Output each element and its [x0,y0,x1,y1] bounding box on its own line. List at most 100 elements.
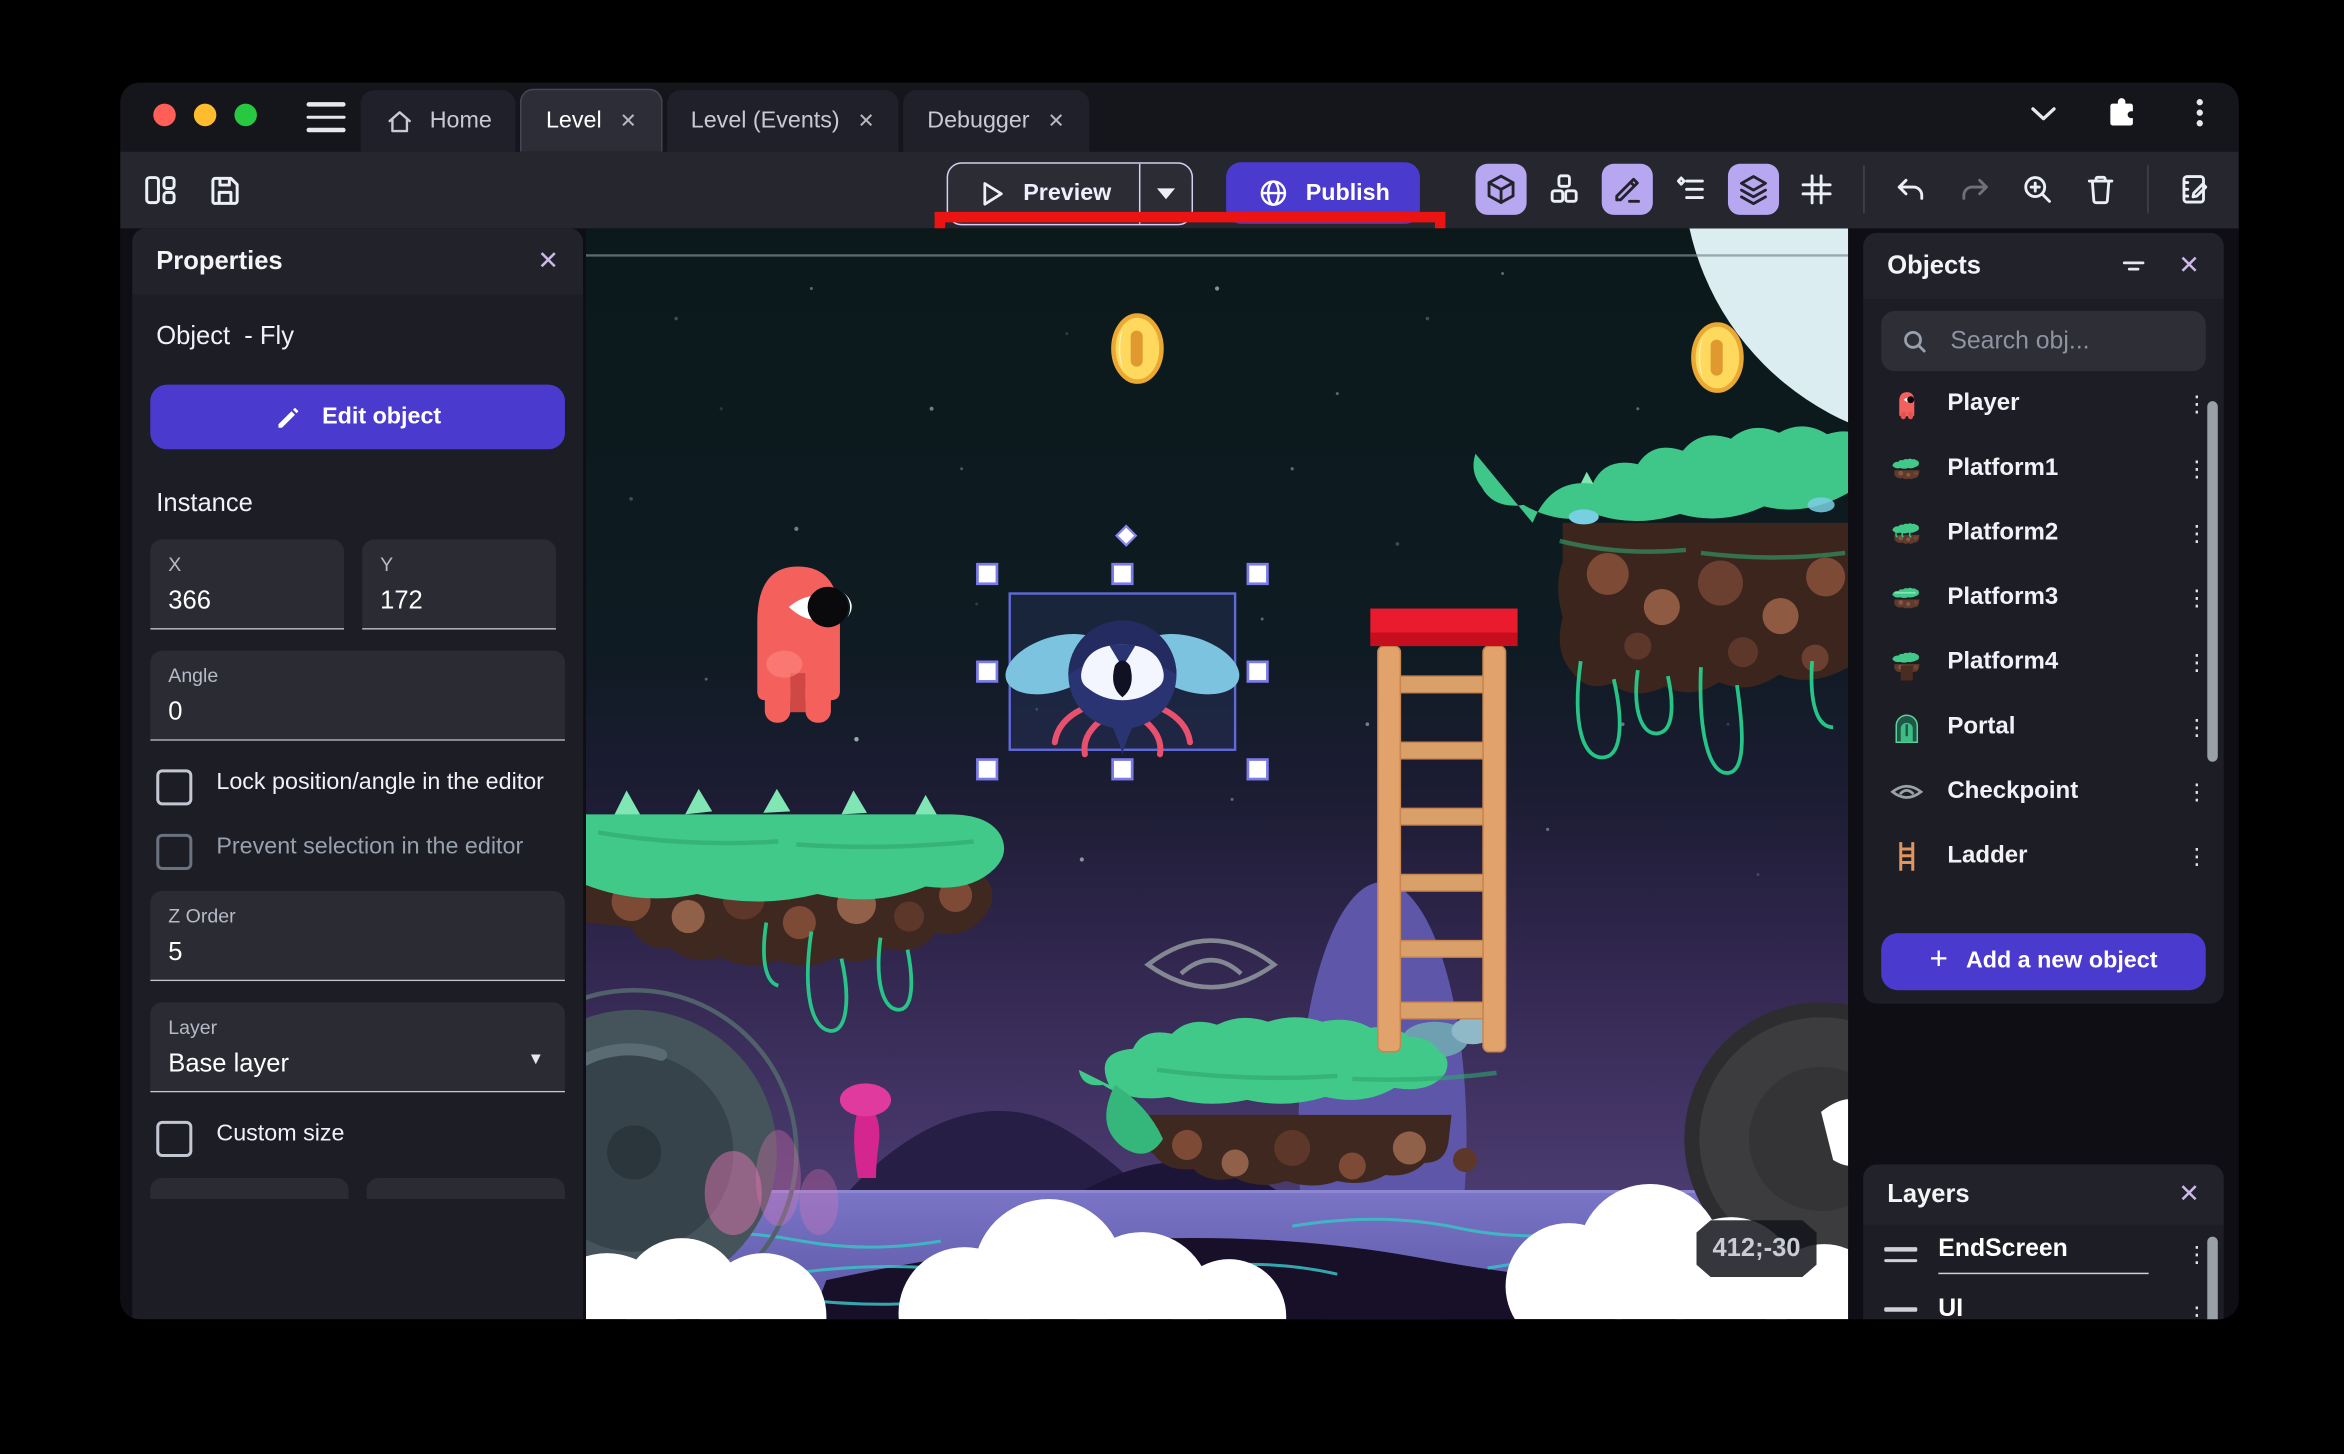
preview-options-dropdown[interactable] [1138,163,1191,224]
layer-name[interactable]: EndScreen [1938,1235,2149,1275]
object-search-box[interactable] [1881,311,2206,372]
kebab-menu-icon[interactable]: ⋮ [2185,1241,2209,1269]
extensions-puzzle-icon[interactable] [2104,95,2140,131]
editor-content: 412;-30 Properties ✕ Object - Fly Edit o… [120,228,2239,1320]
platform3-icon [1887,578,1926,617]
scene-canvas[interactable]: 412;-30 [585,228,1849,1320]
object-item-platform4[interactable]: Platform4 ⋮ [1863,630,2224,695]
main-menu-icon[interactable] [306,102,346,133]
project-notes-icon[interactable] [2170,164,2221,215]
minimize-window-button[interactable] [193,103,217,127]
objects-scrollbar[interactable] [2207,401,2218,762]
object-item-checkpoint[interactable]: Checkpoint ⋮ [1863,759,2224,824]
undo-icon[interactable] [1886,164,1937,215]
checkbox[interactable] [156,1120,193,1157]
properties-panel: Properties ✕ Object - Fly Edit object In… [132,228,583,1320]
lock-position-checkbox-row[interactable]: Lock position/angle in the editor [132,741,583,806]
layers-list: EndScreen ⋮ UI ⋮ Base layer ⋮ Background… [1863,1225,2224,1320]
caret-down-icon [1156,188,1175,200]
object-item-platform1[interactable]: Platform1 ⋮ [1863,436,2224,501]
tab-debugger[interactable]: Debugger ✕ [903,90,1089,152]
preview-split-button: Preview [946,162,1193,226]
custom-size-checkbox-row[interactable]: Custom size [132,1092,583,1157]
close-icon[interactable]: ✕ [538,246,559,276]
coin[interactable] [1691,322,1744,393]
chevron-down-icon[interactable] [2025,95,2061,131]
selected-object-title: Object - Fly [156,321,294,351]
kebab-menu-icon[interactable]: ⋮ [2185,390,2209,417]
object-name: Platform2 [1947,519,2059,545]
kebab-menu-icon[interactable]: ⋮ [2185,584,2209,611]
zoom-in-icon[interactable] [2012,164,2063,215]
x-position-field[interactable]: X 366 [150,539,345,630]
coin[interactable] [1111,313,1164,384]
kebab-menu-icon[interactable]: ⋮ [2185,842,2209,870]
platform2-icon [1887,513,1926,552]
layers-panel: Layers ✕ EndScreen ⋮ UI ⋮ Base layer ⋮ B… [1863,1164,2224,1320]
checkbox[interactable] [156,769,193,806]
kebab-menu-icon[interactable]: ⋮ [2185,778,2209,805]
play-icon [983,182,1003,206]
tab-level-events[interactable]: Level (Events) ✕ [666,90,899,152]
layer-row-ui[interactable]: UI ⋮ [1863,1285,2224,1320]
object-name: Ladder [1947,842,2028,868]
objects-3d-box-icon[interactable] [1475,163,1527,215]
angle-field[interactable]: Angle 0 [150,650,565,741]
home-icon [385,106,415,136]
close-icon[interactable]: ✕ [2178,1180,2199,1210]
edit-object-button[interactable]: Edit object [150,384,565,450]
tab-close-icon[interactable]: ✕ [620,109,637,133]
grid-icon[interactable] [1791,164,1842,215]
panels-layout-icon[interactable] [141,171,179,209]
titlebar-right-icons [2025,95,2217,131]
instances-icon[interactable] [1539,164,1590,215]
platform1-icon [1887,449,1926,488]
save-icon[interactable] [206,171,244,209]
drag-handle-icon[interactable] [1884,1246,1918,1263]
kebab-menu-icon[interactable]: ⋮ [2185,713,2209,740]
objects-list: Player ⋮ Platform1 ⋮ Platform2 ⋮ Platfor… [1863,371,2224,888]
filter-icon[interactable] [2118,251,2148,281]
object-item-portal[interactable]: Portal ⋮ [1863,694,2224,759]
object-item-platform2[interactable]: Platform2 ⋮ [1863,500,2224,565]
publish-button[interactable]: Publish [1226,162,1420,224]
layer-select[interactable]: Layer Base layer ▼ [150,1002,565,1093]
object-item-platform3[interactable]: Platform3 ⋮ [1863,565,2224,630]
object-search-input[interactable] [1947,325,2164,357]
objects-panel-title: Objects [1887,250,1981,280]
object-name: Portal [1947,712,2016,739]
edit-pencil-icon[interactable] [1601,163,1653,215]
properties-panel-title: Properties [156,246,283,275]
layers-scrollbar[interactable] [2207,1236,2218,1320]
trash-icon[interactable] [2075,164,2126,215]
close-window-button[interactable] [153,103,176,127]
tab-close-icon[interactable]: ✕ [1048,109,1065,133]
kebab-menu-icon[interactable]: ⋮ [2185,455,2209,482]
z-order-field[interactable]: Z Order 5 [150,891,565,982]
kebab-menu-icon[interactable]: ⋮ [2185,648,2209,676]
maximize-window-button[interactable] [234,103,257,127]
fly-instance-selected[interactable] [998,592,1247,758]
kebab-menu-icon[interactable] [2182,95,2218,131]
preview-button[interactable]: Preview [948,164,1138,224]
y-position-field[interactable]: Y 172 [362,539,556,630]
tab-home[interactable]: Home [360,90,516,152]
tab-label: Level (Events) [690,107,840,133]
layers-icon[interactable] [1727,163,1780,215]
instances-list-icon[interactable] [1665,164,1716,215]
kebab-menu-icon[interactable]: ⋮ [2185,519,2209,547]
add-new-object-button[interactable]: + Add a new object [1881,933,2206,991]
desktop-background: Home Level ✕ Level (Events) ✕ Debugger ✕ [0,0,2344,1454]
object-item-player[interactable]: Player ⋮ [1863,371,2224,436]
object-item-ladder[interactable]: Ladder ⋮ [1863,823,2224,888]
toolbar-right-icons [1475,163,2221,215]
tab-level[interactable]: Level ✕ [520,88,663,152]
publish-button-label: Publish [1305,179,1390,206]
object-name: Platform3 [1947,583,2059,610]
kebab-menu-icon[interactable]: ⋮ [2185,1301,2209,1320]
layer-row-endscreen[interactable]: EndScreen ⋮ [1863,1225,2224,1285]
close-icon[interactable]: ✕ [2178,251,2199,281]
layer-name[interactable]: UI [1938,1295,2148,1319]
drag-handle-icon[interactable] [1884,1307,1918,1320]
tab-close-icon[interactable]: ✕ [858,109,875,133]
